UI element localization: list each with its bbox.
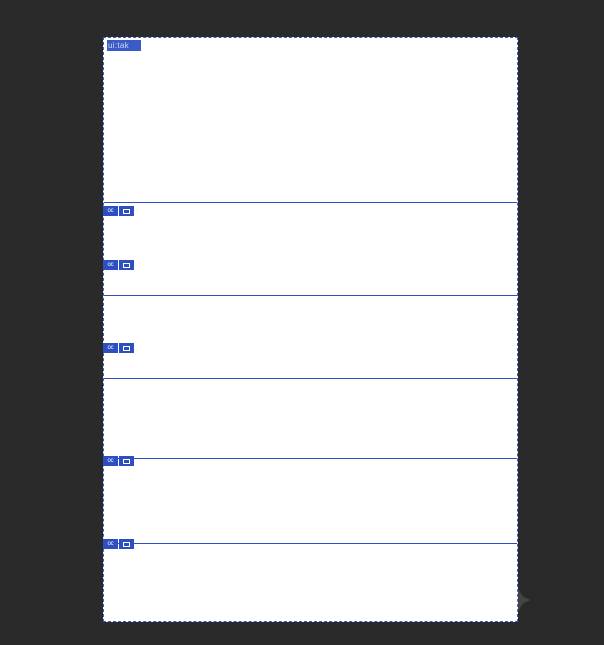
frame-badge-label: oc bbox=[108, 208, 114, 214]
text-frame-icon[interactable]: oc bbox=[103, 456, 118, 466]
frame-badge-label: oc bbox=[108, 345, 114, 351]
text-frame-icon[interactable]: oc bbox=[103, 260, 118, 270]
frame-handle-group[interactable]: oc bbox=[103, 260, 134, 270]
row-divider bbox=[104, 378, 517, 379]
image-frame-icon[interactable] bbox=[119, 539, 134, 549]
frame-badge-label: oc bbox=[108, 458, 114, 464]
frame-badge-label: oc bbox=[108, 541, 114, 547]
title-frame-badge[interactable]: ui:tak bbox=[107, 40, 141, 51]
text-frame-icon[interactable]: oc bbox=[103, 343, 118, 353]
text-frame-icon[interactable]: oc bbox=[103, 539, 118, 549]
row-divider bbox=[104, 458, 517, 459]
image-frame-icon[interactable] bbox=[119, 343, 134, 353]
row-divider bbox=[104, 202, 517, 203]
frame-handle-group[interactable]: oc bbox=[103, 206, 134, 216]
frame-badge-label: oc bbox=[108, 262, 114, 268]
page-canvas[interactable]: ui:tak oc oc oc oc oc bbox=[103, 37, 518, 622]
frame-handle-group[interactable]: oc bbox=[103, 343, 134, 353]
frame-handle-group[interactable]: oc bbox=[103, 539, 134, 549]
image-frame-icon[interactable] bbox=[119, 206, 134, 216]
image-frame-icon[interactable] bbox=[119, 456, 134, 466]
frame-handle-group[interactable]: oc bbox=[103, 456, 134, 466]
row-divider bbox=[104, 543, 517, 544]
title-frame-label: ui:tak bbox=[108, 41, 129, 50]
text-frame-icon[interactable]: oc bbox=[103, 206, 118, 216]
row-divider bbox=[104, 295, 517, 296]
image-frame-icon[interactable] bbox=[119, 260, 134, 270]
